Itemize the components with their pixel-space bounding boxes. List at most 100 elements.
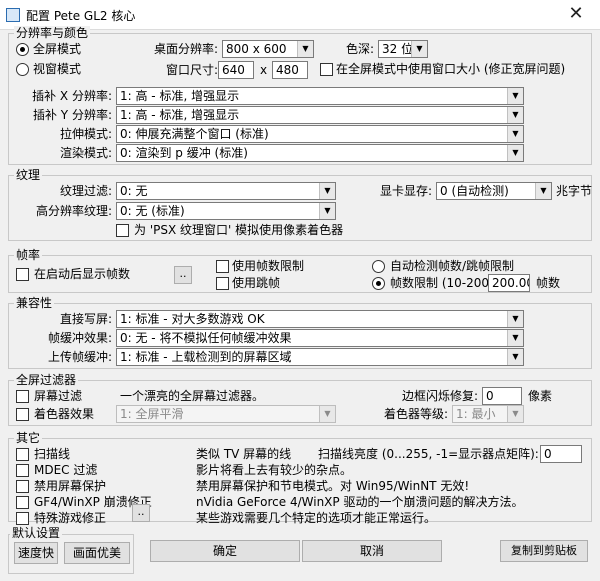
chevron-down-icon: ▼ [507,88,523,104]
show-fps-label: 在启动后显示帧数 [34,267,131,281]
y-interp-label: 插补 Y 分辨率: [32,108,112,122]
edge-fix-input[interactable]: 0 [482,387,522,405]
scanlines-checkbox[interactable] [16,448,29,461]
color-depth-label: 色深: [345,42,374,56]
windowed-radio[interactable] [16,63,29,76]
texture-filter-label: 纹理过滤: [59,184,112,198]
fps-unit: 帧数 [536,276,561,290]
framebuffer-upload-label: 上传帧缓冲: [47,350,112,364]
y-interp-select[interactable]: 1: 高 - 标准, 增强显示 ▼ [116,106,524,124]
hires-texture-label: 高分辨率纹理: [35,204,112,218]
nice-defaults-button[interactable]: 画面优美 [64,542,130,564]
screen-filter-checkbox[interactable] [16,390,29,403]
x-interp-label: 插补 X 分辨率: [32,89,112,103]
chevron-down-icon: ▼ [535,183,551,199]
group-defaults-title: 默认设置 [10,526,63,540]
vram-unit: 兆字节 [556,184,593,198]
edge-fix-label: 边框闪烁修复: [401,389,478,403]
fullscreen-radio[interactable] [16,43,29,56]
windowed-label: 视窗模式 [33,62,82,76]
scanlines-desc: 类似 TV 屏幕的线 [196,447,292,461]
chevron-down-icon: ▼ [507,349,523,365]
edge-fix-unit: 像素 [528,389,553,403]
mdec-filter-desc: 影片将看上去有较少的杂点。 [196,463,353,477]
desktop-res-select[interactable]: 800 x 600 ▼ [222,40,314,58]
close-icon[interactable]: ✕ [556,2,596,26]
vram-select[interactable]: 0 (自动检测) ▼ [436,182,552,200]
window-title: 配置 Pete GL2 核心 [26,9,136,23]
special-game-fix-desc: 某些游戏需要几个特定的选项才能正常运行。 [196,511,437,525]
chevron-down-icon: ▼ [507,330,523,346]
group-framerate-title: 帧率 [14,248,43,262]
chevron-down-icon: ▼ [411,41,427,57]
psx-window-shader-label: 为 'PSX 纹理窗口' 模拟使用像素着色器 [134,223,344,237]
show-fps-checkbox[interactable] [16,268,29,281]
group-compat-title: 兼容性 [14,296,55,310]
group-filters-title: 全屏过滤器 [14,373,79,387]
shader-level-label: 着色器等级: [383,407,448,421]
frame-skip-label: 使用跳帧 [232,276,281,290]
chevron-down-icon: ▼ [507,126,523,142]
psx-window-shader-checkbox[interactable] [116,224,129,237]
frame-skip-checkbox[interactable] [216,277,229,290]
fps-limit-label: 使用帧数限制 [232,259,305,273]
chevron-down-icon: ▼ [507,145,523,161]
color-depth-select[interactable]: 32 位 ▼ [378,40,428,58]
framebuffer-effects-select[interactable]: 0: 无 - 将不模拟任何帧缓冲效果 ▼ [116,329,524,347]
scanline-brightness-input[interactable]: 0 [540,445,582,463]
window-size-x: x [260,63,268,77]
chevron-down-icon: ▼ [319,406,335,422]
vram-label: 显卡显存: [379,184,432,198]
group-texture-title: 纹理 [14,168,43,182]
window-height-input[interactable]: 480 [272,61,308,79]
shader-effect-checkbox[interactable] [16,408,29,421]
stretch-mode-select[interactable]: 0: 伸展充满整个窗口 (标准) ▼ [116,125,524,143]
show-fps-more-button[interactable]: .. [174,266,192,284]
fullscreen-window-size-checkbox[interactable] [320,63,333,76]
desktop-res-label: 桌面分辨率: [153,42,218,56]
render-mode-label: 渲染模式: [59,146,112,160]
stretch-mode-label: 拉伸模式: [59,127,112,141]
window-size-label: 窗口尺寸: [165,63,218,77]
window-width-input[interactable]: 640 [218,61,254,79]
cancel-button[interactable]: 取消 [302,540,442,562]
fast-defaults-button[interactable]: 速度快 [14,542,58,564]
mdec-filter-label: MDEC 过滤 [34,463,98,477]
disable-screensaver-desc: 禁用屏幕保护和节电模式。对 Win95/WinNT 无效! [196,479,470,493]
screen-filter-label: 屏幕过滤 [34,389,83,403]
offscreen-drawing-label: 直接写屏: [59,312,112,326]
chevron-down-icon: ▼ [319,203,335,219]
shader-effect-select[interactable]: 1: 全屏平滑 ▼ [116,405,336,423]
mdec-filter-checkbox[interactable] [16,464,29,477]
shader-level-select[interactable]: 1: 最小 ▼ [452,405,524,423]
x-interp-select[interactable]: 1: 高 - 标准, 增强显示 ▼ [116,87,524,105]
framebuffer-upload-select[interactable]: 1: 标准 - 上载检测到的屏幕区域 ▼ [116,348,524,366]
fps-limit-radio[interactable] [372,277,385,290]
fps-limit-checkbox[interactable] [216,260,229,273]
copy-clipboard-button[interactable]: 复制到剪贴板 [500,540,588,562]
fps-limit-input[interactable]: 200.00 [488,274,530,292]
disable-screensaver-checkbox[interactable] [16,480,29,493]
special-game-fix-more-button[interactable]: .. [132,504,150,522]
hires-texture-select[interactable]: 0: 无 (标准) ▼ [116,202,336,220]
scanlines-label: 扫描线 [34,447,71,461]
chevron-down-icon: ▼ [507,107,523,123]
group-resolution-title: 分辨率与颜色 [14,26,91,40]
fps-limit-range-label: 帧数限制 (10-200) [390,276,494,290]
special-game-fix-checkbox[interactable] [16,512,29,525]
auto-detect-fps-radio[interactable] [372,260,385,273]
chevron-down-icon: ▼ [507,311,523,327]
shader-effect-label: 着色器效果 [34,407,95,421]
disable-screensaver-label: 禁用屏幕保护 [34,479,107,493]
fullscreen-window-size-label: 在全屏模式中使用窗口大小 (修正宽屏问题) [336,62,566,76]
offscreen-drawing-select[interactable]: 1: 标准 - 对大多数游戏 OK ▼ [116,310,524,328]
auto-detect-fps-label: 自动检测帧数/跳帧限制 [390,259,515,273]
ok-button[interactable]: 确定 [150,540,300,562]
texture-filter-select[interactable]: 0: 无 ▼ [116,182,336,200]
gf4-fix-checkbox[interactable] [16,496,29,509]
fullscreen-label: 全屏模式 [33,42,82,56]
render-mode-select[interactable]: 0: 渲染到 p 缓冲 (标准) ▼ [116,144,524,162]
chevron-down-icon: ▼ [297,41,313,57]
chevron-down-icon: ▼ [507,406,523,422]
gf4-fix-desc: nVidia GeForce 4/WinXP 驱动的一个崩溃问题的解决方法。 [196,495,524,509]
